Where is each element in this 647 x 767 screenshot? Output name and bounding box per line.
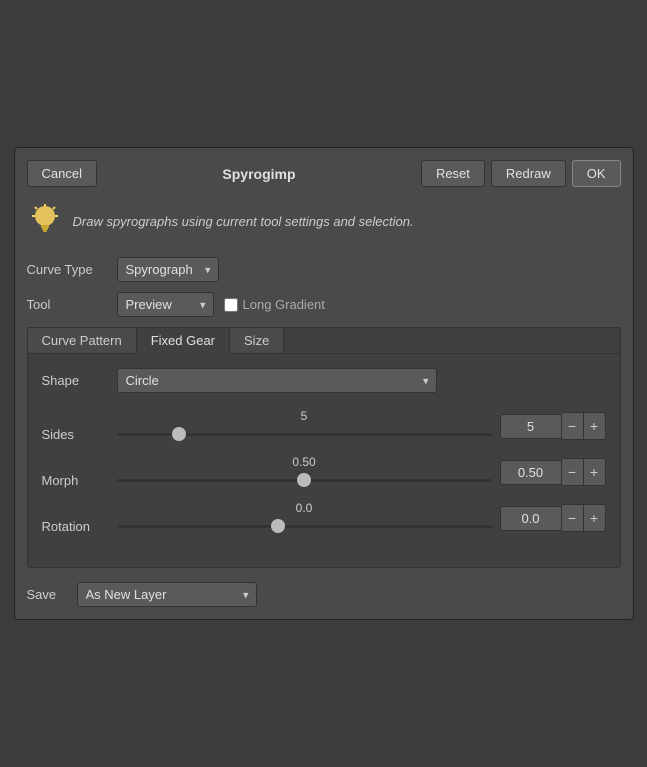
morph-decrement[interactable]: − — [562, 458, 584, 486]
tab-curve-pattern[interactable]: Curve Pattern — [28, 328, 137, 353]
rotation-input[interactable] — [500, 506, 562, 531]
sides-slider[interactable] — [117, 425, 492, 443]
sides-increment[interactable]: + — [584, 412, 606, 440]
cancel-button[interactable]: Cancel — [27, 160, 97, 187]
long-gradient-label[interactable]: Long Gradient — [224, 297, 325, 312]
shape-select-wrapper[interactable]: Circle Rack Frame Triangle Polygon Star — [117, 368, 437, 393]
sides-value-label: 5 — [301, 409, 308, 423]
sides-stepper: − + — [500, 412, 606, 440]
sides-track-area: 5 — [117, 409, 492, 443]
ok-button[interactable]: OK — [572, 160, 621, 187]
morph-track-area: 0.50 — [117, 455, 492, 489]
tab-content: Shape Circle Rack Frame Triangle Polygon… — [28, 354, 620, 567]
tab-panel: Curve Pattern Fixed Gear Size Shape Circ… — [27, 327, 621, 568]
app-title: Spyrogimp — [222, 166, 295, 182]
long-gradient-checkbox[interactable] — [224, 298, 238, 312]
sides-row: Sides 5 − + — [42, 409, 606, 443]
tab-size[interactable]: Size — [230, 328, 284, 353]
rotation-track-area: 0.0 — [117, 501, 492, 535]
main-window: Cancel Spyrogimp Reset Redraw OK Draw sp… — [14, 147, 634, 620]
shape-label: Shape — [42, 373, 107, 388]
rotation-stepper: − + — [500, 504, 606, 532]
rotation-value-label: 0.0 — [296, 501, 313, 515]
morph-slider[interactable] — [117, 471, 492, 489]
rotation-thumb[interactable] — [271, 519, 285, 533]
morph-increment[interactable]: + — [584, 458, 606, 486]
rotation-slider[interactable] — [117, 517, 492, 535]
curve-type-select-wrapper[interactable]: Spyrograph Epitrochoid Sine Curve Lissaj… — [117, 257, 219, 282]
morph-thumb[interactable] — [297, 473, 311, 487]
curve-type-row: Curve Type Spyrograph Epitrochoid Sine C… — [27, 257, 621, 282]
toolbar: Cancel Spyrogimp Reset Redraw OK — [27, 160, 621, 187]
tool-row: Tool Preview Paintbrush Pencil Airbrush … — [27, 292, 621, 317]
long-gradient-text: Long Gradient — [243, 297, 325, 312]
save-select-wrapper[interactable]: As New Layer New Layer Current Layer — [77, 582, 257, 607]
rotation-decrement[interactable]: − — [562, 504, 584, 532]
morph-stepper: − + — [500, 458, 606, 486]
sides-label: Sides — [42, 411, 117, 442]
redraw-button[interactable]: Redraw — [491, 160, 566, 187]
morph-row: Morph 0.50 − + — [42, 455, 606, 489]
rotation-row: Rotation 0.0 − + — [42, 501, 606, 535]
morph-track-line — [117, 479, 492, 482]
sides-decrement[interactable]: − — [562, 412, 584, 440]
rotation-increment[interactable]: + — [584, 504, 606, 532]
info-bar: Draw spyrographs using current tool sett… — [27, 199, 621, 243]
save-label: Save — [27, 587, 67, 602]
morph-label: Morph — [42, 457, 117, 488]
tool-select[interactable]: Preview Paintbrush Pencil Airbrush — [117, 292, 214, 317]
save-row: Save As New Layer New Layer Current Laye… — [27, 582, 621, 607]
toolbar-right: Reset Redraw OK — [421, 160, 621, 187]
rotation-label: Rotation — [42, 503, 117, 534]
shape-row: Shape Circle Rack Frame Triangle Polygon… — [42, 368, 606, 393]
sides-track-line — [117, 433, 492, 436]
bulb-icon — [27, 203, 63, 239]
rotation-track-line — [117, 525, 492, 528]
tool-select-wrapper[interactable]: Preview Paintbrush Pencil Airbrush — [117, 292, 214, 317]
morph-input[interactable] — [500, 460, 562, 485]
sides-thumb[interactable] — [172, 427, 186, 441]
curve-type-select[interactable]: Spyrograph Epitrochoid Sine Curve Lissaj… — [117, 257, 219, 282]
tab-fixed-gear[interactable]: Fixed Gear — [137, 328, 230, 354]
curve-type-label: Curve Type — [27, 262, 107, 277]
reset-button[interactable]: Reset — [421, 160, 485, 187]
shape-select[interactable]: Circle Rack Frame Triangle Polygon Star — [117, 368, 437, 393]
morph-value-label: 0.50 — [292, 455, 315, 469]
save-select[interactable]: As New Layer New Layer Current Layer — [77, 582, 257, 607]
info-description: Draw spyrographs using current tool sett… — [73, 214, 414, 229]
sides-input[interactable] — [500, 414, 562, 439]
tool-label: Tool — [27, 297, 107, 312]
tab-bar: Curve Pattern Fixed Gear Size — [28, 328, 620, 354]
